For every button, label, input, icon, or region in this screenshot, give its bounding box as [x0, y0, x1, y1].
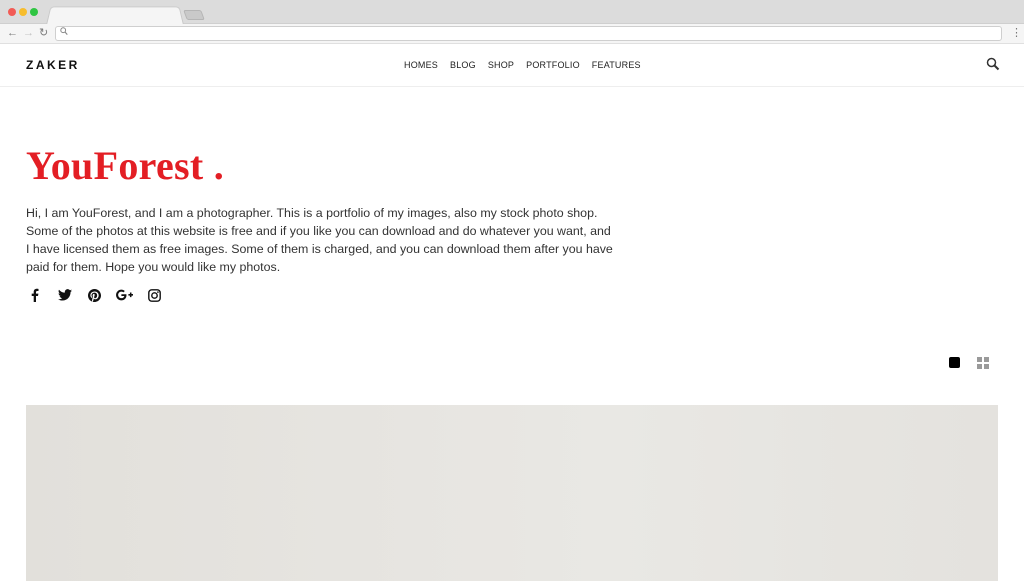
minimize-window-button[interactable]	[19, 8, 27, 16]
browser-tab-strip	[0, 0, 1024, 25]
new-tab-button[interactable]	[183, 10, 205, 20]
pinterest-icon[interactable]	[86, 287, 103, 303]
nav-item-shop[interactable]: SHOP	[488, 60, 514, 70]
search-icon	[60, 27, 68, 40]
google-plus-icon[interactable]	[116, 287, 133, 303]
close-window-button[interactable]	[8, 8, 16, 16]
grid-view-icon[interactable]	[977, 357, 989, 369]
site-logo[interactable]: ZAKER	[26, 58, 80, 72]
browser-toolbar: ← → ↻ ⋮	[0, 24, 1024, 44]
single-view-icon[interactable]	[949, 357, 960, 368]
facebook-icon[interactable]	[26, 287, 43, 303]
nav-item-features[interactable]: FEATURES	[592, 60, 641, 70]
reload-icon[interactable]: ↻	[39, 26, 48, 40]
address-bar[interactable]	[55, 26, 1002, 41]
search-icon[interactable]	[986, 57, 1000, 71]
browser-menu-icon[interactable]: ⋮	[1011, 27, 1022, 39]
maximize-window-button[interactable]	[30, 8, 38, 16]
hero-description: Hi, I am YouForest, and I am a photograp…	[26, 206, 613, 274]
instagram-icon[interactable]	[146, 287, 163, 303]
twitter-icon[interactable]	[56, 287, 73, 303]
back-arrow-icon[interactable]: ←	[7, 26, 18, 40]
nav-item-blog[interactable]: BLOG	[450, 60, 476, 70]
forward-arrow-icon[interactable]: →	[23, 26, 34, 40]
main-navigation: HOMES BLOG SHOP PORTFOLIO FEATURES	[404, 60, 641, 70]
browser-tab-active[interactable]	[46, 6, 184, 25]
site-header: ZAKER HOMES BLOG SHOP PORTFOLIO FEATURES	[0, 45, 1024, 87]
nav-item-portfolio[interactable]: PORTFOLIO	[526, 60, 580, 70]
nav-item-homes[interactable]: HOMES	[404, 60, 438, 70]
social-links	[26, 287, 163, 303]
featured-photo[interactable]	[26, 405, 998, 581]
hero-title: YouForest .	[26, 143, 225, 188]
